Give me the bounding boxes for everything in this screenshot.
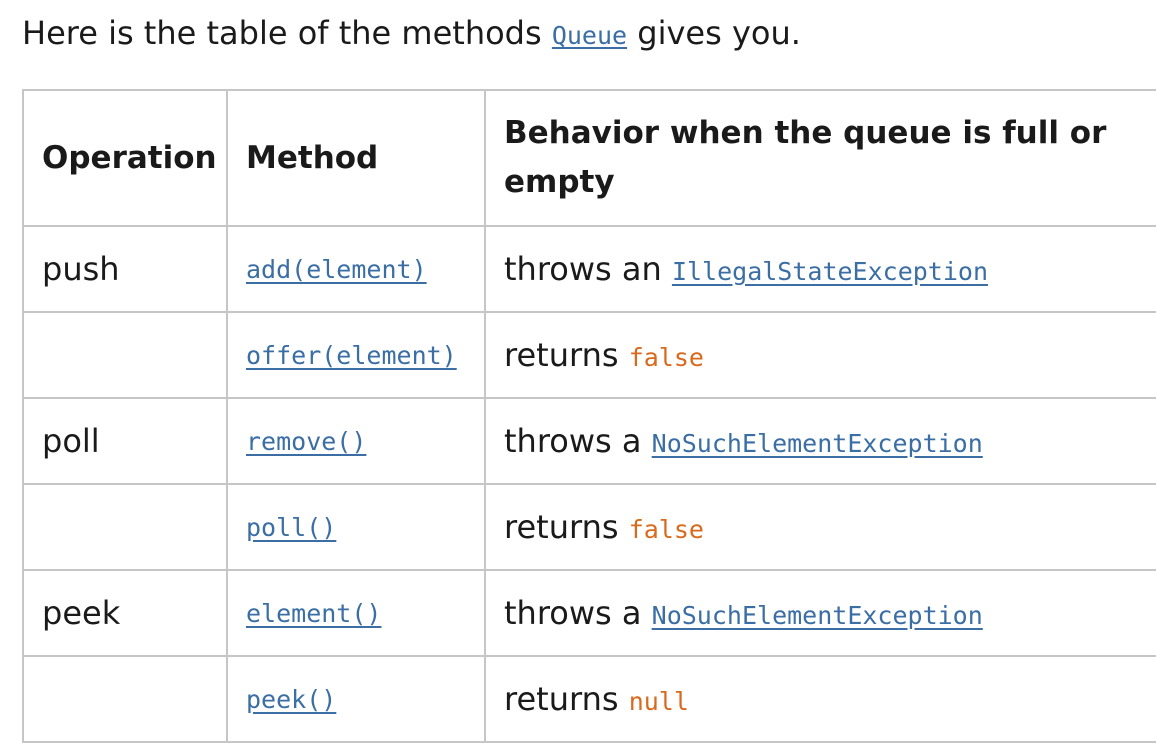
method-cell: add(element) xyxy=(226,225,486,313)
method-link-element[interactable]: element() xyxy=(246,599,381,628)
behavior-text: returns xyxy=(504,508,629,546)
operation-cell: peek xyxy=(22,569,228,657)
table-row: offer(element) returns false xyxy=(22,311,1156,399)
no-such-element-exception-link[interactable]: NoSuchElementException xyxy=(652,429,983,458)
behavior-cell: returns null xyxy=(484,655,1156,743)
behavior-cell: throws a NoSuchElementException xyxy=(484,569,1156,657)
header-behavior: Behavior when the queue is full or empty xyxy=(484,89,1156,227)
behavior-text: returns xyxy=(504,680,629,718)
no-such-element-exception-link[interactable]: NoSuchElementException xyxy=(652,601,983,630)
table-row: push add(element) throws an IllegalState… xyxy=(22,225,1156,313)
literal-false: false xyxy=(628,515,704,544)
method-link-offer[interactable]: offer(element) xyxy=(246,341,457,370)
operation-cell: push xyxy=(22,225,228,313)
intro-text-before: Here is the table of the methods xyxy=(22,14,552,52)
table-row: peek() returns null xyxy=(22,655,1156,743)
behavior-cell: throws a NoSuchElementException xyxy=(484,397,1156,485)
illegal-state-exception-link[interactable]: IllegalStateException xyxy=(672,257,988,286)
behavior-text: throws an xyxy=(504,250,672,288)
queue-methods-table: Operation Method Behavior when the queue… xyxy=(22,89,1156,743)
intro-paragraph: Here is the table of the methods Queue g… xyxy=(22,8,801,61)
operation-cell xyxy=(22,483,228,571)
method-link-peek[interactable]: peek() xyxy=(246,685,336,714)
method-cell: peek() xyxy=(226,655,486,743)
behavior-cell: throws an IllegalStateException xyxy=(484,225,1156,313)
intro-text-after: gives you. xyxy=(627,14,801,52)
behavior-text: throws a xyxy=(504,594,652,632)
behavior-text: returns xyxy=(504,336,629,374)
operation-cell xyxy=(22,655,228,743)
header-operation: Operation xyxy=(22,89,228,227)
literal-false: false xyxy=(628,343,704,372)
operation-cell xyxy=(22,311,228,399)
behavior-text: throws a xyxy=(504,422,652,460)
table-row: peek element() throws a NoSuchElementExc… xyxy=(22,569,1156,657)
operation-cell: poll xyxy=(22,397,228,485)
method-link-remove[interactable]: remove() xyxy=(246,427,366,456)
behavior-cell: returns false xyxy=(484,311,1156,399)
method-cell: poll() xyxy=(226,483,486,571)
table-header-row: Operation Method Behavior when the queue… xyxy=(22,89,1156,227)
table-row: poll remove() throws a NoSuchElementExce… xyxy=(22,397,1156,485)
method-link-poll[interactable]: poll() xyxy=(246,513,336,542)
method-cell: element() xyxy=(226,569,486,657)
table-row: poll() returns false xyxy=(22,483,1156,571)
method-cell: offer(element) xyxy=(226,311,486,399)
behavior-cell: returns false xyxy=(484,483,1156,571)
literal-null: null xyxy=(628,687,689,716)
header-method: Method xyxy=(226,89,486,227)
queue-link[interactable]: Queue xyxy=(552,21,627,50)
method-link-add[interactable]: add(element) xyxy=(246,255,427,284)
method-cell: remove() xyxy=(226,397,486,485)
